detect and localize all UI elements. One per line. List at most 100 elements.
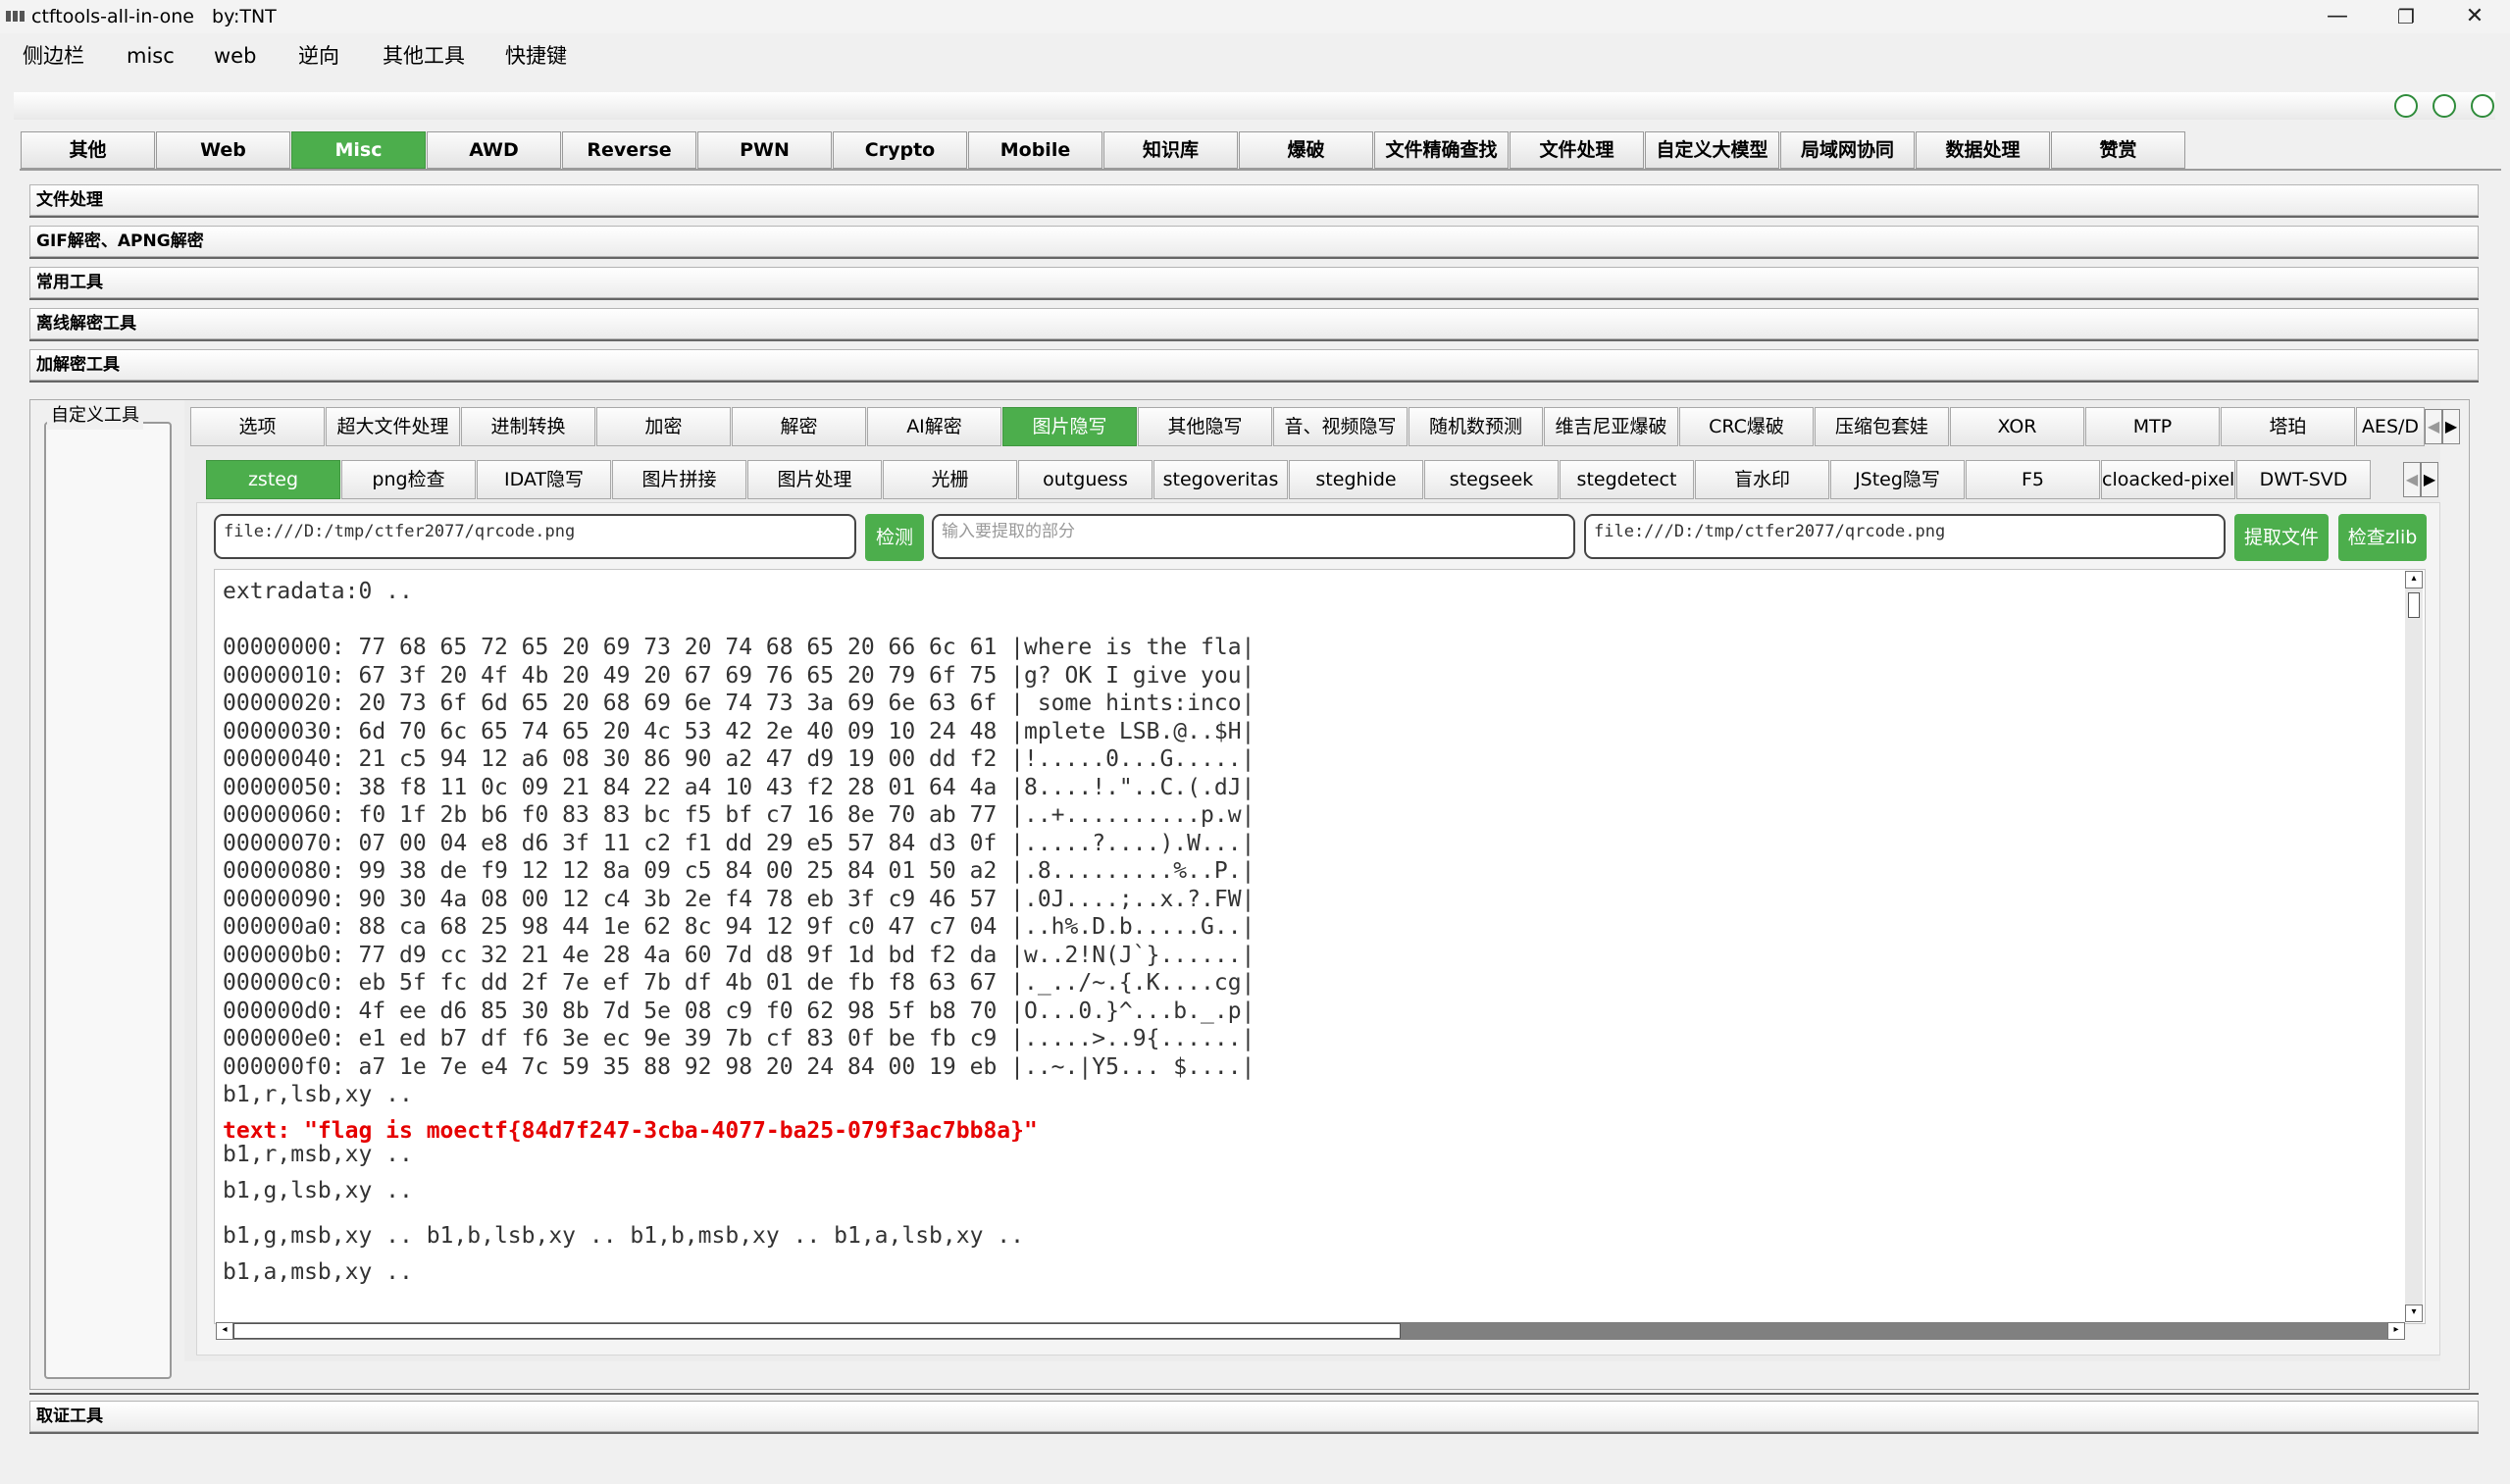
stegotab-jsteg[interactable]: JSteg隐写: [1830, 460, 1965, 499]
subtab-tupper[interactable]: 塔珀: [2221, 407, 2355, 446]
section-common-tools[interactable]: 常用工具: [29, 267, 2479, 300]
subtab-other-stego[interactable]: 其他隐写: [1138, 407, 1272, 446]
maximize-button[interactable]: ❐: [2372, 0, 2440, 33]
check-zlib-button[interactable]: 检查zlib: [2338, 514, 2427, 561]
tab-pwn[interactable]: PWN: [697, 131, 832, 169]
stegotab-cloacked-pixel[interactable]: cloacked-pixel: [2101, 460, 2235, 499]
file-path-input[interactable]: file:///D:/tmp/ctfer2077/qrcode.png: [214, 514, 856, 559]
stegotab-f5[interactable]: F5: [1966, 460, 2100, 499]
flag-text: text: "flag is moectf{84d7f247-3cba-4077…: [223, 1117, 1038, 1144]
hex-line: 000000b0: 77 d9 cc 32 21 4e 28 4a 60 7d …: [223, 942, 1255, 968]
file-path-input-2[interactable]: file:///D:/tmp/ctfer2077/qrcode.png: [1584, 514, 2226, 559]
status-circle-icon[interactable]: [2471, 94, 2494, 118]
menu-sidebar[interactable]: 侧边栏: [23, 41, 84, 71]
tab-reverse[interactable]: Reverse: [562, 131, 696, 169]
stegotab-grating[interactable]: 光栅: [883, 460, 1017, 499]
output-line: b1,r,lsb,xy ..: [223, 1082, 413, 1107]
status-circle-icon[interactable]: [2394, 94, 2418, 118]
menu-web[interactable]: web: [214, 41, 256, 71]
scroll-thumb[interactable]: [2408, 592, 2420, 618]
tab-bruteforce[interactable]: 爆破: [1239, 131, 1373, 169]
tab-file-search[interactable]: 文件精确查找: [1374, 131, 1509, 169]
subtab-mtp[interactable]: MTP: [2085, 407, 2220, 446]
subtab-large-file[interactable]: 超大文件处理: [326, 407, 460, 446]
tab-mobile[interactable]: Mobile: [968, 131, 1102, 169]
section-forensics[interactable]: 取证工具: [29, 1401, 2479, 1434]
tab-crypto[interactable]: Crypto: [833, 131, 967, 169]
menu-other-tools[interactable]: 其他工具: [383, 41, 465, 71]
detect-button[interactable]: 检测: [865, 514, 924, 561]
tab-data-processing[interactable]: 数据处理: [1916, 131, 2050, 169]
scroll-left-icon[interactable]: ◂: [216, 1322, 233, 1340]
stegotab-image-processing[interactable]: 图片处理: [747, 460, 882, 499]
stegotab-image-stitch[interactable]: 图片拼接: [612, 460, 746, 499]
hex-line: 00000000: 77 68 65 72 65 20 69 73 20 74 …: [223, 635, 1255, 660]
stegotab-stegseek[interactable]: stegseek: [1424, 460, 1559, 499]
output-blank: [223, 606, 2400, 635]
scroll-thumb[interactable]: [233, 1323, 1401, 1339]
tab-other[interactable]: 其他: [21, 131, 155, 169]
subtab-av-stego[interactable]: 音、视频隐写: [1273, 407, 1408, 446]
vertical-scrollbar[interactable]: ▴ ▾: [2405, 571, 2423, 1322]
scroll-right-icon[interactable]: ▸: [2387, 1322, 2405, 1340]
tab-custom-llm[interactable]: 自定义大模型: [1645, 131, 1779, 169]
extract-file-button[interactable]: 提取文件: [2234, 514, 2329, 561]
output-line: b1,a,msb,xy ..: [223, 1259, 413, 1285]
output-textarea[interactable]: extradata:0 .. 00000000: 77 68 65 72 65 …: [214, 569, 2426, 1324]
section-crypto-tools[interactable]: 加解密工具: [29, 349, 2479, 383]
hex-line: 00000090: 90 30 4a 08 00 12 c4 3b 2e f4 …: [223, 886, 1255, 912]
stegotab-stegdetect[interactable]: stegdetect: [1560, 460, 1694, 499]
subtab-ai-decrypt[interactable]: AI解密: [867, 407, 1001, 446]
hex-line: 00000050: 38 f8 11 0c 09 21 84 22 a4 10 …: [223, 774, 1255, 800]
scroll-right-icon[interactable]: ▶: [2442, 409, 2460, 444]
section-offline-decrypt[interactable]: 离线解密工具: [29, 308, 2479, 341]
stegotab-steghide[interactable]: steghide: [1289, 460, 1423, 499]
tab-file-processing[interactable]: 文件处理: [1510, 131, 1644, 169]
extract-part-input[interactable]: 输入要提取的部分: [932, 514, 1575, 559]
hex-line: 00000080: 99 38 de f9 12 12 8a 09 c5 84 …: [223, 858, 1255, 884]
stegotab-stegoveritas[interactable]: stegoveritas: [1153, 460, 1288, 499]
subtab-crc[interactable]: CRC爆破: [1679, 407, 1814, 446]
subtab-decrypt[interactable]: 解密: [732, 407, 866, 446]
tab-web[interactable]: Web: [156, 131, 290, 169]
output-line: b1,g,lsb,xy ..: [223, 1178, 413, 1203]
custom-tools-list[interactable]: [44, 422, 172, 1379]
menu-shortcuts[interactable]: 快捷键: [505, 41, 567, 71]
subtab-nested-archive[interactable]: 压缩包套娃: [1815, 407, 1949, 446]
tab-misc[interactable]: Misc: [291, 131, 426, 169]
subtab-options[interactable]: 选项: [190, 407, 325, 446]
hex-line: 00000010: 67 3f 20 4f 4b 20 49 20 67 69 …: [223, 662, 1255, 689]
subtab-aes[interactable]: AES/D: [2356, 407, 2425, 446]
subtab-random-predict[interactable]: 随机数预测: [1409, 407, 1543, 446]
tab-awd[interactable]: AWD: [427, 131, 561, 169]
stegotab-dwt-svd[interactable]: DWT-SVD: [2236, 460, 2371, 499]
status-circle-icon[interactable]: [2433, 94, 2456, 118]
tab-lan-collab[interactable]: 局域网协同: [1780, 131, 1915, 169]
tab-donate[interactable]: 赞赏: [2051, 131, 2185, 169]
scroll-right-icon[interactable]: ▶: [2421, 462, 2438, 497]
section-gif-apng[interactable]: GIF解密、APNG解密: [29, 226, 2479, 259]
tab-knowledge[interactable]: 知识库: [1103, 131, 1238, 169]
subtab-base-convert[interactable]: 进制转换: [461, 407, 595, 446]
scroll-left-icon[interactable]: ◀: [2403, 462, 2421, 497]
close-button[interactable]: ✕: [2440, 0, 2509, 33]
menu-misc[interactable]: misc: [127, 41, 175, 71]
stegotab-blind-watermark[interactable]: 盲水印: [1695, 460, 1829, 499]
scroll-up-icon[interactable]: ▴: [2405, 571, 2423, 588]
stegotab-idat[interactable]: IDAT隐写: [477, 460, 611, 499]
horizontal-scrollbar[interactable]: ◂ ▸: [216, 1322, 2405, 1340]
scroll-left-icon[interactable]: ◀: [2425, 409, 2442, 444]
hex-line: 000000a0: 88 ca 68 25 98 44 1e 62 8c 94 …: [223, 914, 1255, 940]
subtab-encrypt[interactable]: 加密: [596, 407, 731, 446]
subtab-image-stego[interactable]: 图片隐写: [1002, 407, 1137, 446]
hex-line: 00000060: f0 1f 2b b6 f0 83 83 bc f5 bf …: [223, 802, 1255, 828]
menu-reverse[interactable]: 逆向: [298, 41, 339, 71]
subtab-xor[interactable]: XOR: [1950, 407, 2084, 446]
stegotab-png-check[interactable]: png检查: [341, 460, 476, 499]
minimize-button[interactable]: —: [2303, 0, 2372, 33]
stegotab-zsteg[interactable]: zsteg: [206, 460, 340, 499]
section-file-processing[interactable]: 文件处理: [29, 184, 2479, 218]
subtab-vigenere[interactable]: 维吉尼亚爆破: [1544, 407, 1678, 446]
stegotab-outguess[interactable]: outguess: [1018, 460, 1153, 499]
scroll-down-icon[interactable]: ▾: [2405, 1305, 2423, 1322]
